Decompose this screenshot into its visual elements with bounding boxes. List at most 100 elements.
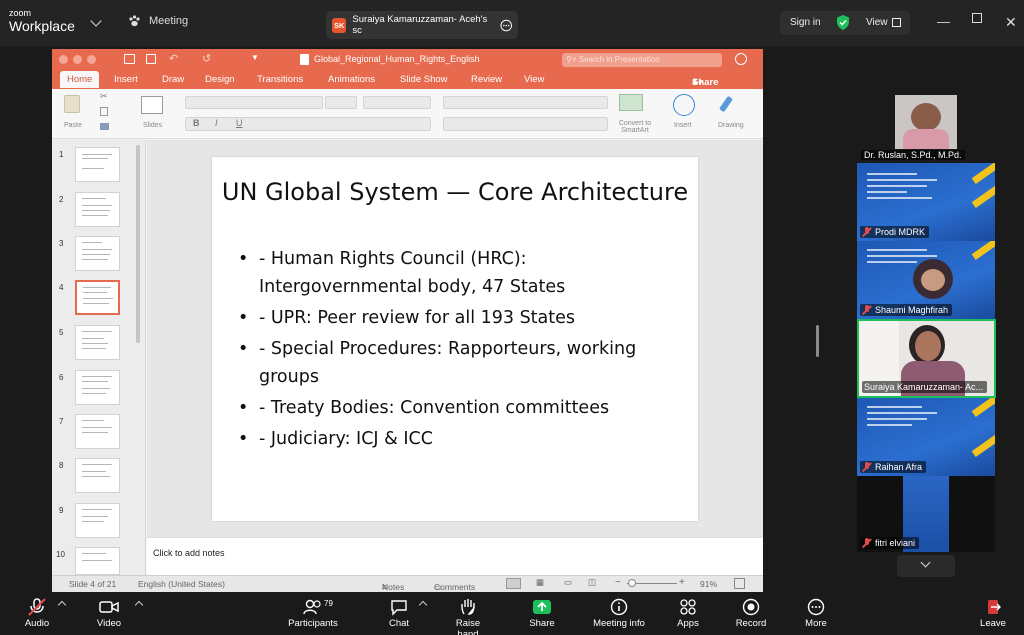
video-button[interactable]: Video	[90, 593, 128, 635]
collapse-ribbon-icon[interactable]: ˄	[692, 77, 698, 88]
alignment-buttons[interactable]	[443, 117, 608, 131]
participant-tile[interactable]	[895, 95, 957, 149]
zoom-percent[interactable]: 91%	[700, 579, 717, 589]
slide-thumbnail-2[interactable]	[75, 192, 120, 227]
apps-button[interactable]: Apps	[673, 593, 703, 635]
gallery-scroll-down-button[interactable]	[897, 555, 955, 577]
slide-thumbnail-9[interactable]	[75, 503, 120, 538]
screen-share-tab[interactable]: SK Suraiya Kamaruzzaman- Aceh's sc	[326, 11, 518, 39]
insert-shape-button[interactable]	[673, 94, 695, 116]
tab-design[interactable]: Design	[205, 74, 235, 85]
drawing-button[interactable]	[718, 94, 739, 116]
video-options-caret[interactable]	[134, 600, 144, 610]
participant-tile[interactable]: Shaumi Maghfirah	[857, 241, 995, 319]
zoom-out-button[interactable]: −	[615, 577, 621, 588]
paste-button[interactable]	[62, 93, 82, 115]
underline-icon[interactable]: U	[236, 118, 243, 128]
participant-video-face	[915, 331, 941, 361]
language-indicator[interactable]: English (United States)	[138, 579, 225, 589]
slide-bullet-list[interactable]: - Human Rights Council (HRC): Intergover…	[238, 245, 678, 456]
panel-resize-handle[interactable]	[816, 325, 819, 357]
slide-thumbnail-3[interactable]	[75, 236, 120, 271]
font-size-dropdown[interactable]	[325, 96, 357, 109]
more-options-icon[interactable]	[500, 19, 512, 32]
participant-name-label: Raihan Afra	[860, 461, 927, 473]
participant-tile[interactable]: fitri elviani	[857, 476, 995, 552]
slide-thumbnail-10[interactable]	[75, 547, 120, 575]
slide-thumbnail-4-selected[interactable]	[75, 280, 120, 315]
smiley-feedback-icon[interactable]	[735, 53, 747, 65]
meeting-info-button[interactable]: Meeting info	[590, 593, 648, 635]
tab-view[interactable]: View	[524, 74, 544, 85]
slide-thumbnail-7[interactable]	[75, 414, 120, 449]
italic-icon[interactable]: I	[215, 118, 218, 128]
slide-thumbnail-6[interactable]	[75, 370, 120, 405]
encryption-shield-icon[interactable]	[836, 15, 850, 30]
tab-slide-show[interactable]: Slide Show	[400, 74, 448, 85]
more-button[interactable]: More	[800, 593, 832, 635]
tab-transitions[interactable]: Transitions	[257, 74, 303, 85]
participants-icon	[303, 599, 321, 615]
bold-icon[interactable]: B	[193, 118, 200, 128]
save-icon[interactable]	[146, 54, 156, 64]
slide-sorter-icon[interactable]: ▦	[536, 577, 544, 588]
maximize-window-icon[interactable]	[972, 13, 982, 23]
ppt-search-input[interactable]: ⚲˅ Search in Presentation	[562, 53, 722, 67]
convert-smartart-label: Convert to SmartArt	[618, 120, 652, 134]
participant-tile-active-speaker[interactable]: Suraiya Kamaruzzaman- Ac...	[857, 319, 996, 398]
sign-in-button[interactable]: Sign in	[790, 17, 821, 28]
redo-icon[interactable]: ↺	[202, 52, 211, 65]
font-style-buttons[interactable]	[185, 117, 431, 131]
chat-options-caret[interactable]	[418, 600, 428, 610]
zoom-slider-thumb[interactable]	[628, 579, 636, 587]
tab-home[interactable]: Home	[60, 71, 100, 88]
workplace-menu-chevron-icon[interactable]	[90, 15, 102, 27]
reading-view-icon[interactable]: ▭	[564, 577, 572, 588]
chat-button[interactable]: Chat	[384, 593, 414, 635]
quick-access-more-icon[interactable]: ▼	[251, 53, 259, 62]
format-painter-icon[interactable]	[100, 123, 109, 130]
audio-options-caret[interactable]	[57, 600, 67, 610]
view-layout-icon[interactable]	[892, 18, 901, 27]
close-traffic-light[interactable]	[59, 55, 68, 64]
cut-icon[interactable]: ✂	[100, 91, 108, 102]
tab-animations[interactable]: Animations	[328, 74, 375, 85]
participant-name-label: Dr. Ruslan, S.Pd., M.Pd.	[861, 150, 965, 160]
record-button[interactable]: Record	[732, 593, 770, 635]
zoom-in-button[interactable]: +	[679, 577, 685, 588]
notes-pane[interactable]: Click to add notes	[147, 537, 763, 575]
list-buttons[interactable]	[443, 96, 608, 109]
new-slide-button[interactable]	[141, 96, 163, 114]
current-slide[interactable]: UN Global System — Core Architecture - H…	[212, 157, 698, 521]
participant-tile[interactable]: Raihan Afra	[857, 398, 995, 476]
meeting-tab[interactable]: Meeting	[128, 15, 188, 27]
tab-review[interactable]: Review	[471, 74, 502, 85]
slide-thumbnail-1[interactable]	[75, 147, 120, 182]
close-window-icon[interactable]: ✕	[1005, 14, 1017, 31]
copy-icon[interactable]	[100, 107, 108, 116]
slide-thumbnail-5[interactable]	[75, 325, 120, 360]
participant-tile[interactable]: Prodi MDRK	[857, 163, 995, 241]
share-screen-button[interactable]: Share	[526, 593, 558, 635]
normal-view-icon[interactable]	[506, 578, 521, 589]
tab-draw[interactable]: Draw	[162, 74, 184, 85]
thumbnail-scrollbar[interactable]	[136, 145, 140, 343]
raise-hand-button[interactable]: Raise hand	[444, 593, 492, 635]
font-name-dropdown[interactable]	[185, 96, 323, 109]
font-size-buttons[interactable]	[363, 96, 431, 109]
convert-to-smartart-button[interactable]	[619, 94, 643, 111]
audio-button[interactable]: Audio	[18, 593, 56, 635]
slide-title[interactable]: UN Global System — Core Architecture	[212, 175, 698, 210]
tab-insert[interactable]: Insert	[114, 74, 138, 85]
view-button[interactable]: View	[866, 17, 888, 28]
share-screen-icon	[533, 600, 551, 614]
slideshow-icon[interactable]: ◫	[588, 577, 596, 588]
minimize-traffic-light[interactable]	[73, 55, 82, 64]
fit-to-window-icon[interactable]	[734, 578, 745, 589]
zoom-traffic-light[interactable]	[87, 55, 96, 64]
leave-button[interactable]: Leave	[976, 593, 1010, 635]
undo-icon[interactable]: ↶	[169, 52, 178, 65]
sidebar-toggle-icon[interactable]	[124, 54, 135, 64]
minimize-window-icon[interactable]: —	[937, 14, 950, 29]
slide-thumbnail-8[interactable]	[75, 458, 120, 493]
